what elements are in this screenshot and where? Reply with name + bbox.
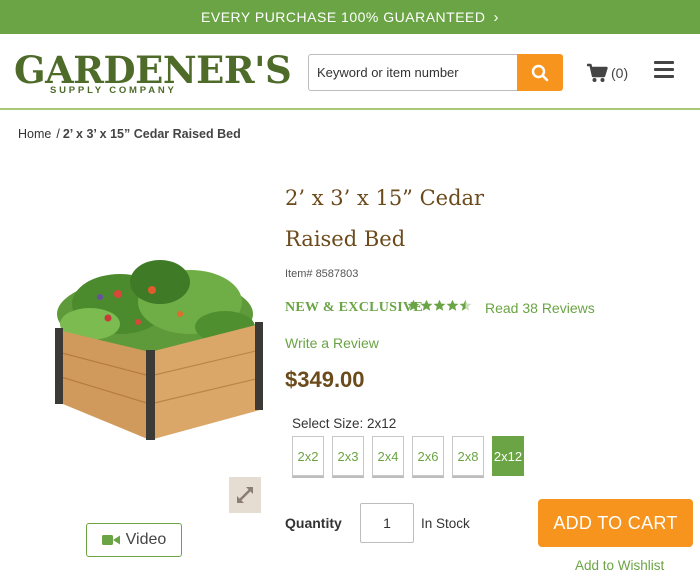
star-icon: [446, 299, 459, 311]
search-icon: [531, 64, 549, 81]
size-label: Select Size: 2x12: [292, 416, 397, 431]
hamburger-menu-icon[interactable]: [654, 61, 674, 79]
product-title: 2’ x 3’ x 15” Cedar Raised Bed: [285, 186, 485, 251]
logo-wordmark: GARDENER'S: [14, 48, 292, 92]
star-icon: [459, 299, 472, 311]
write-review-link[interactable]: Write a Review: [285, 335, 379, 351]
size-option[interactable]: 2x2: [292, 436, 324, 476]
search-bar: [308, 54, 563, 91]
size-option[interactable]: 2x6: [412, 436, 444, 476]
cart-icon: [587, 63, 608, 82]
add-to-wishlist-link[interactable]: Add to Wishlist: [575, 558, 664, 573]
quantity-input[interactable]: [360, 503, 414, 543]
video-button[interactable]: Video: [86, 523, 182, 557]
cart-link[interactable]: (0): [586, 60, 628, 86]
stock-status: In Stock: [421, 516, 470, 531]
size-option[interactable]: 2x3: [332, 436, 364, 476]
star-icon: [433, 299, 446, 311]
search-button[interactable]: [517, 54, 563, 91]
star-icon: [420, 299, 433, 311]
zoom-button[interactable]: [229, 477, 261, 513]
item-number: Item# 8587803: [285, 268, 359, 280]
logo[interactable]: GARDENER'S SUPPLY COMPANY: [14, 48, 292, 98]
breadcrumb: Home /2’ x 3’ x 15” Cedar Raised Bed: [18, 127, 241, 141]
site-header: GARDENER'S SUPPLY COMPANY (0): [0, 34, 700, 110]
cart-count: (0): [611, 65, 629, 81]
size-selector: 2x2 2x3 2x4 2x6 2x8 2x12: [292, 436, 532, 476]
star-icon: [407, 299, 420, 311]
chevron-right-icon: ›: [493, 8, 499, 26]
product-image[interactable]: [50, 252, 264, 442]
product-price: $349.00: [285, 367, 365, 392]
promo-banner[interactable]: EVERY PURCHASE 100% GUARANTEED ›: [0, 0, 700, 34]
add-to-cart-button[interactable]: ADD TO CART: [538, 499, 693, 547]
breadcrumb-current: 2’ x 3’ x 15” Cedar Raised Bed: [62, 127, 241, 141]
breadcrumb-home[interactable]: Home: [18, 127, 51, 141]
product-tagline: NEW & EXCLUSIVE: [285, 300, 424, 315]
expand-icon: [237, 487, 253, 503]
read-reviews-link[interactable]: Read 38 Reviews: [485, 300, 595, 316]
quantity-label: Quantity: [285, 515, 342, 531]
size-option[interactable]: 2x4: [372, 436, 404, 476]
star-rating[interactable]: [407, 299, 472, 312]
breadcrumb-separator: /: [56, 127, 60, 141]
search-input[interactable]: [308, 54, 517, 91]
video-camera-icon: [101, 534, 120, 546]
promo-text: EVERY PURCHASE 100% GUARANTEED: [201, 9, 486, 25]
logo-subtitle: SUPPLY COMPANY: [50, 85, 177, 96]
video-label: Video: [125, 531, 167, 548]
size-option[interactable]: 2x12: [492, 436, 524, 476]
size-option[interactable]: 2x8: [452, 436, 484, 476]
